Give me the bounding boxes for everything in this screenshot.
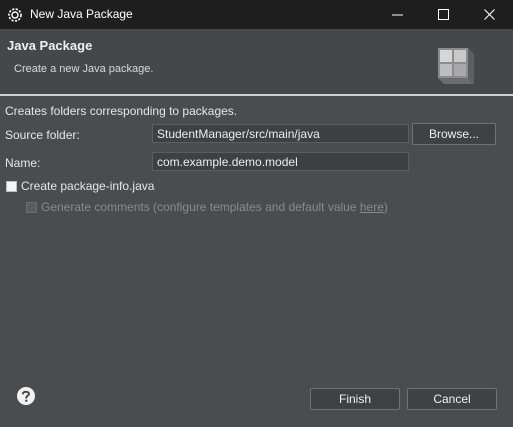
gear-icon bbox=[7, 7, 23, 23]
wizard-header: Java Package Create a new Java package. bbox=[0, 29, 513, 94]
create-package-info-checkbox[interactable] bbox=[6, 181, 17, 192]
generate-comments-checkbox bbox=[26, 202, 37, 213]
minimize-button[interactable] bbox=[375, 0, 421, 29]
package-name-field[interactable] bbox=[152, 152, 409, 171]
generate-comments-text: Generate comments (configure templates a… bbox=[41, 200, 360, 214]
minimize-icon bbox=[392, 14, 403, 16]
finish-button[interactable]: Finish bbox=[310, 388, 400, 410]
create-package-info-label[interactable]: Create package-info.java bbox=[21, 179, 154, 193]
generate-comments-label: Generate comments (configure templates a… bbox=[41, 200, 388, 214]
close-icon bbox=[484, 9, 495, 20]
source-folder-label: Source folder: bbox=[5, 128, 80, 142]
help-icon[interactable] bbox=[16, 386, 36, 406]
configure-templates-link[interactable]: here bbox=[360, 200, 384, 214]
cancel-button[interactable]: Cancel bbox=[407, 388, 497, 410]
wizard-title: Java Package bbox=[7, 38, 93, 53]
form-description: Creates folders corresponding to package… bbox=[5, 104, 238, 118]
maximize-button[interactable] bbox=[421, 0, 467, 29]
wizard-subtitle: Create a new Java package. bbox=[14, 63, 154, 75]
source-folder-field[interactable] bbox=[152, 124, 409, 143]
maximize-icon bbox=[438, 9, 449, 20]
form-area: Creates folders corresponding to package… bbox=[0, 96, 513, 366]
finish-label: Finish bbox=[338, 392, 371, 406]
close-button[interactable] bbox=[467, 0, 513, 29]
name-label: Name: bbox=[5, 156, 41, 170]
package-wizard-icon bbox=[436, 44, 474, 84]
generate-comments-suffix: ) bbox=[383, 200, 388, 214]
window-title: New Java Package bbox=[30, 7, 133, 21]
browse-button[interactable]: Browse... bbox=[412, 123, 496, 145]
title-bar: New Java Package bbox=[0, 0, 513, 29]
